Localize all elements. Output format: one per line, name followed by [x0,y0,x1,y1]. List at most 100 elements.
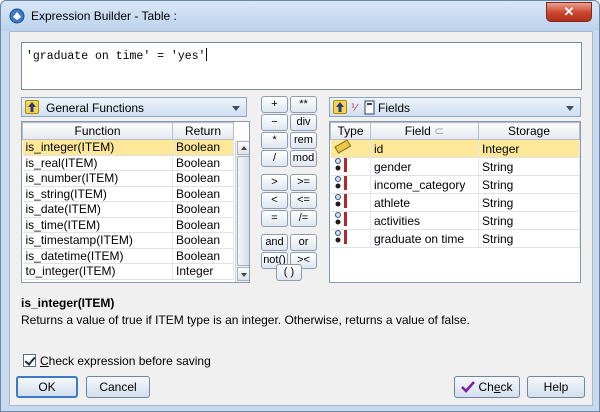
operator-or-button[interactable]: or [290,234,317,251]
field-type-cell [330,139,371,158]
field-storage-cell: String [478,211,580,230]
column-header-type[interactable]: Type [330,122,371,140]
scroll-thumb[interactable] [237,156,249,266]
help-button[interactable]: Help [527,376,585,398]
cancel-button[interactable]: Cancel [86,376,150,398]
column-header-storage[interactable]: Storage [478,122,580,140]
field-row[interactable]: graduate on time String [330,229,580,248]
scroll-up-button[interactable] [237,141,249,155]
window-title: Expression Builder - Table : [31,9,177,23]
function-group-dropdown[interactable]: General Functions [21,97,247,117]
column-header-field[interactable]: Field ⊂ [370,122,479,140]
field-source-dropdown[interactable]: ¹⁄ Fields [329,97,581,117]
chevron-down-icon [232,106,240,111]
field-name-cell: id [370,139,479,158]
field-type-cell [330,229,371,248]
scroll-down-button[interactable] [237,267,249,281]
field-type-cell [330,175,371,194]
operator-divide-button[interactable]: / [261,150,288,167]
expression-input[interactable]: 'graduate on time' = 'yes' [21,42,582,90]
field-row[interactable]: activities String [330,211,580,230]
column-header-function[interactable]: Function [22,122,173,140]
function-return-cell: Boolean [172,186,234,202]
operator-minus-button[interactable]: − [261,114,288,131]
check-label-mnemonic: e [493,380,501,394]
function-name-cell: is_real(ITEM) [22,155,173,171]
operator-greater-equal-button[interactable]: >= [290,174,317,191]
title-bar[interactable]: Expression Builder - Table : ✕ [1,1,599,31]
function-name-cell: is_time(ITEM) [22,217,173,233]
function-return-cell: Boolean [172,232,234,249]
check-before-saving-checkbox[interactable]: Check expression before saving [23,354,211,368]
operator-less-equal-button[interactable]: <= [290,192,317,209]
checkbox-checked-icon[interactable] [23,354,36,367]
operator-power-button[interactable]: ** [290,96,317,113]
operator-multiply-button[interactable]: * [261,132,288,149]
function-name-cell: to_integer(ITEM) [22,263,173,280]
operator-greater-button[interactable]: > [261,174,288,191]
field-row[interactable]: income_category String [330,175,580,194]
triangle-up-icon [241,146,247,150]
sort-indicator-icon: ⊂ [434,124,445,138]
field-name-cell: athlete [370,193,479,212]
expression-text: 'graduate on time' = 'yes' [26,50,206,63]
functions-scrollbar[interactable] [235,140,249,282]
function-name-cell: is_datetime(ITEM) [22,248,173,264]
close-icon: ✕ [563,4,575,19]
operator-not-equal-button[interactable]: /= [290,210,317,227]
operator-plus-button[interactable]: + [261,96,288,113]
operator-mod-button[interactable]: mod [290,150,317,167]
function-return-cell: Boolean [172,248,234,264]
fields-grid: Type Field ⊂ Storage id Integer gender Stri… [330,122,580,248]
check-button[interactable]: Check [454,376,520,398]
function-name-cell: is_timestamp(ITEM) [22,232,173,249]
function-row[interactable]: is_number(ITEM) Boolean [22,170,234,187]
function-row[interactable]: is_string(ITEM) Boolean [22,186,234,202]
operator-rem-button[interactable]: rem [290,132,317,149]
column-header-return[interactable]: Return [172,122,234,140]
fields-table: Type Field ⊂ Storage id Integer gender Stri… [329,121,581,283]
svg-text:¹⁄: ¹⁄ [351,103,359,114]
function-description-text: Returns a value of true if ITEM type is … [21,313,470,327]
continuous-ruler-icon [333,139,351,154]
function-row[interactable]: to_integer(ITEM) Integer [22,263,234,280]
function-return-cell: Integer [172,263,234,280]
function-return-cell: Boolean [172,201,234,218]
field-type-cell [330,157,371,176]
field-name-cell: gender [370,157,479,176]
column-header-field-label: Field [404,124,431,138]
function-row[interactable]: is_integer(ITEM) Boolean [22,139,234,156]
function-row[interactable]: is_date(ITEM) Boolean [22,201,234,218]
up-arrow-icon[interactable] [25,100,39,114]
up-arrow-icon[interactable] [333,100,347,114]
function-name-cell: is_date(ITEM) [22,201,173,218]
ok-button[interactable]: OK [16,376,78,398]
check-label-b: ck [500,380,513,394]
nominal-set-icon [334,212,347,226]
operator-parentheses-button[interactable]: ( ) [276,264,302,281]
operator-equal-button[interactable]: = [261,210,288,227]
field-row[interactable]: gender String [330,157,580,176]
field-storage-cell: Integer [478,139,580,158]
close-button[interactable]: ✕ [546,2,592,22]
function-description-title: is_integer(ITEM) [21,296,115,310]
field-name-cell: graduate on time [370,229,479,248]
function-row[interactable]: is_timestamp(ITEM) Boolean [22,232,234,249]
operator-and-button[interactable]: and [261,234,288,251]
operator-div-button[interactable]: div [290,114,317,131]
field-storage-cell: String [478,229,580,248]
functions-grid: Function Return is_integer(ITEM) Boolean i… [22,122,234,280]
chevron-down-icon [566,106,574,111]
field-name-cell: income_category [370,175,479,194]
operator-less-button[interactable]: < [261,192,288,209]
function-row[interactable]: is_datetime(ITEM) Boolean [22,248,234,264]
function-row[interactable]: is_real(ITEM) Boolean [22,155,234,171]
checkbox-label-mnemonic: C [40,354,49,368]
nominal-set-icon [334,194,347,208]
text-caret [206,48,208,61]
function-row[interactable]: is_time(ITEM) Boolean [22,217,234,233]
function-name-cell: is_string(ITEM) [22,186,173,202]
function-return-cell: Boolean [172,217,234,233]
field-row[interactable]: id Integer [330,139,580,158]
field-row[interactable]: athlete String [330,193,580,212]
